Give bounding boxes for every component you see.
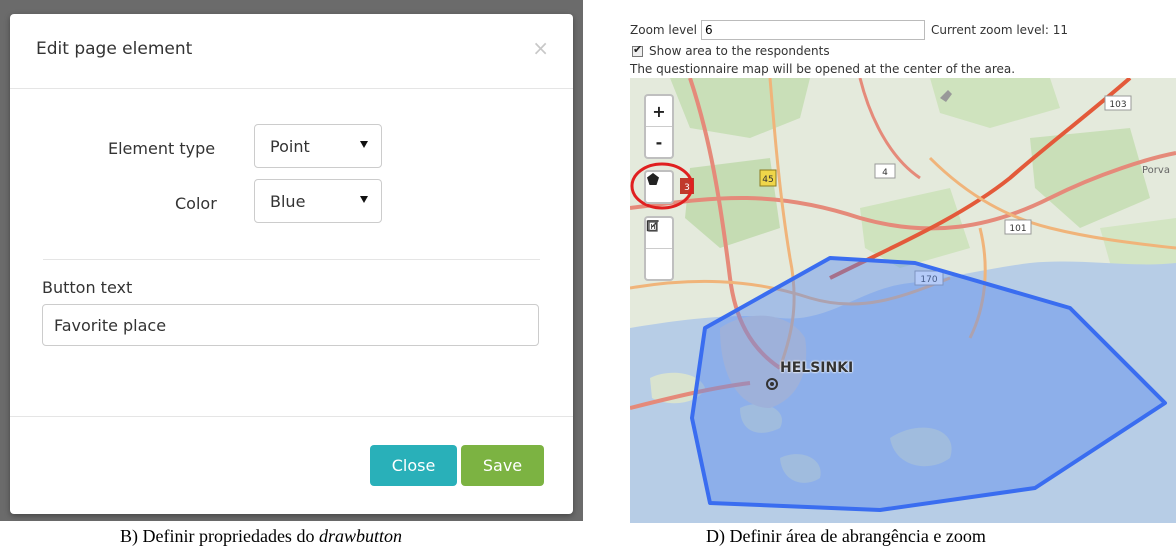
svg-text:101: 101 (1009, 224, 1026, 234)
map-view[interactable]: 103 45 3 4 101 170 Porva HELSINKI + - (630, 78, 1176, 523)
element-type-label: Element type (108, 139, 216, 158)
modal-header: Edit page element × (10, 14, 573, 89)
edit-toolbar (644, 216, 674, 281)
delete-layers-button[interactable] (646, 220, 672, 279)
color-label: Color (175, 194, 217, 213)
map-tiles: 103 45 3 4 101 170 Porva (630, 78, 1176, 523)
show-area-row: Show area to the respondents (632, 43, 830, 58)
color-select[interactable]: Blue (254, 179, 382, 223)
chevron-down-icon (360, 141, 368, 148)
element-type-select[interactable]: Point (254, 124, 382, 168)
draw-toolbar (644, 170, 674, 204)
button-text-input[interactable] (42, 304, 539, 346)
caption-left-italic: drawbutton (318, 526, 402, 546)
zoom-settings-row: Zoom level Current zoom level: 11 (630, 20, 1068, 40)
close-icon[interactable]: × (532, 38, 549, 58)
form-divider (43, 259, 540, 260)
trash-icon (648, 220, 658, 232)
footer-divider (10, 416, 573, 417)
svg-text:4: 4 (882, 168, 888, 178)
svg-text:45: 45 (762, 175, 773, 185)
svg-text:103: 103 (1109, 100, 1126, 110)
show-area-label: Show area to the respondents (649, 44, 830, 58)
modal-backdrop: Edit page element × Element type Point C… (0, 0, 583, 521)
color-value: Blue (270, 191, 306, 211)
current-zoom-text: Current zoom level: 11 (930, 23, 1068, 37)
element-type-value: Point (270, 136, 310, 156)
caption-right: D) Definir área de abrangência e zoom (706, 526, 986, 546)
modal-title: Edit page element (36, 39, 193, 59)
zoom-level-label: Zoom level (630, 23, 697, 37)
close-button[interactable]: Close (370, 445, 457, 486)
chevron-down-icon (360, 196, 368, 203)
svg-text:Porva: Porva (1142, 165, 1170, 176)
save-button[interactable]: Save (461, 445, 544, 486)
show-area-checkbox[interactable] (632, 43, 643, 57)
draw-polygon-button[interactable] (646, 172, 672, 202)
city-label: HELSINKI (780, 360, 854, 376)
button-text-label: Button text (42, 278, 133, 297)
zoom-level-input[interactable] (700, 20, 925, 40)
edit-page-element-dialog: Edit page element × Element type Point C… (10, 14, 573, 514)
zoom-in-button[interactable]: + (646, 96, 672, 126)
area-note: The questionnaire map will be opened at … (630, 62, 1016, 76)
zoom-control: + - (644, 94, 674, 159)
zoom-out-button[interactable]: - (646, 126, 672, 157)
caption-left: B) Definir propriedades do drawbutton (120, 526, 402, 547)
caption-left-prefix: B) Definir propriedades do (120, 526, 319, 546)
pentagon-icon (647, 173, 659, 185)
svg-text:3: 3 (684, 183, 690, 193)
